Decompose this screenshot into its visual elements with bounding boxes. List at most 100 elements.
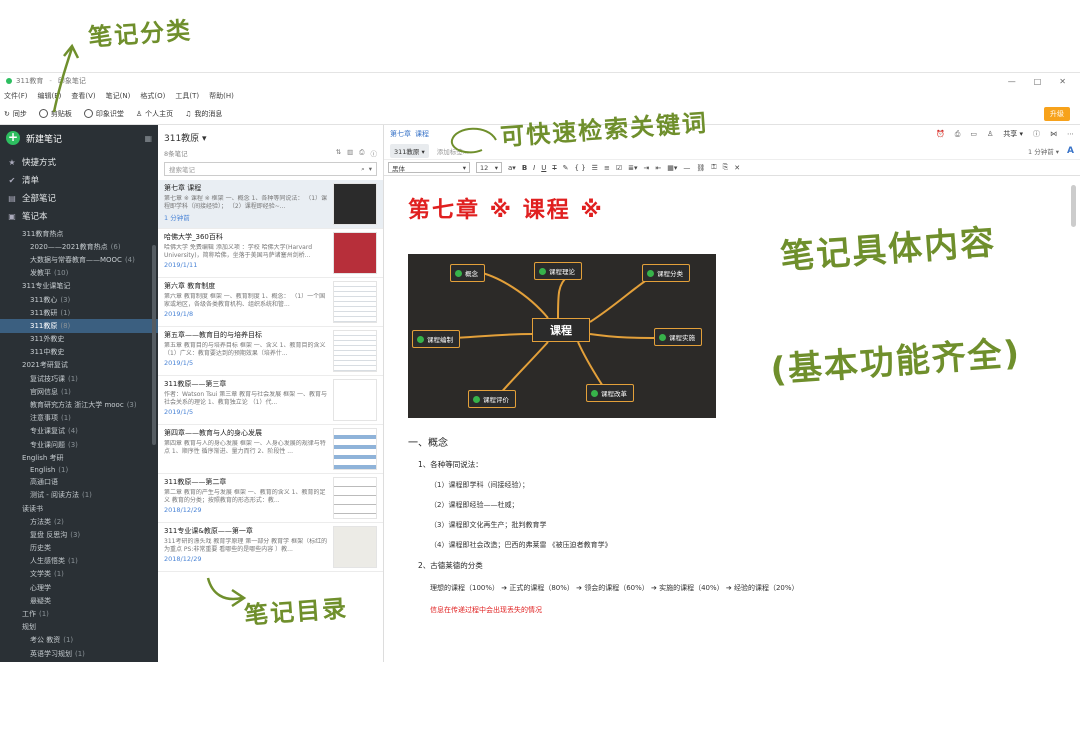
- view-icon[interactable]: ▥: [347, 148, 353, 158]
- editor-scrollbar[interactable]: [1071, 185, 1076, 227]
- table-icon[interactable]: ▦▾: [667, 164, 677, 172]
- notebook-item[interactable]: 311专业课笔记: [0, 280, 158, 293]
- notebook-selector[interactable]: 311教原 ▾: [390, 144, 429, 158]
- notebook-item[interactable]: 大数据与常春教育——MOOC (4): [0, 253, 158, 266]
- bold-icon[interactable]: B: [522, 164, 527, 172]
- outdent-icon[interactable]: ⇤: [655, 164, 661, 172]
- menu-file[interactable]: 文件(F): [4, 91, 28, 101]
- notebook-item[interactable]: 悬疑类: [0, 594, 158, 607]
- more-icon[interactable]: ⋯: [1067, 130, 1074, 138]
- menu-format[interactable]: 格式(O): [140, 91, 165, 101]
- messages-button[interactable]: ♫ 我的消息: [185, 109, 222, 119]
- knowledge-hall-button[interactable]: 印象识堂: [83, 109, 124, 119]
- menu-note[interactable]: 笔记(N): [106, 91, 131, 101]
- minimize-button[interactable]: —: [1008, 77, 1016, 86]
- notebook-item[interactable]: 官网信息 (1): [0, 385, 158, 398]
- highlight-icon[interactable]: ✎: [563, 164, 569, 172]
- modified-time[interactable]: 1 分钟前 ▾: [1028, 146, 1059, 156]
- checklist-icon[interactable]: ☑: [616, 164, 622, 172]
- notebook-item[interactable]: English (1): [0, 464, 158, 475]
- underline-icon[interactable]: U: [541, 164, 546, 172]
- font-format-icon[interactable]: A: [1067, 146, 1074, 156]
- note-list-item[interactable]: 哈佛大学_360百科 哈佛大学 免费编辑 添加义项 ：学校 哈佛大学(Harvar…: [158, 229, 383, 278]
- sidebar-nav-item[interactable]: ★ 快捷方式: [0, 153, 158, 171]
- italic-icon[interactable]: I: [533, 164, 535, 172]
- sidebar-nav-item[interactable]: ▣ 笔记本: [0, 207, 158, 225]
- notebook-item[interactable]: 311教心 (3): [0, 293, 158, 306]
- notebook-item[interactable]: 工作 (1): [0, 607, 158, 620]
- notebook-title[interactable]: 311教原 ▾: [158, 125, 383, 146]
- info-icon[interactable]: ⓘ: [371, 148, 378, 158]
- bullet-list-icon[interactable]: ☰: [592, 164, 598, 172]
- note-list-item[interactable]: 第七章 课程 第七章 ※ 课程 ※ 框架 一、概念 1、各种等同说法： （1）课程…: [158, 180, 383, 229]
- align-icon[interactable]: ≣▾: [628, 164, 637, 172]
- notebook-item[interactable]: 测试 - 阅读方法 (1): [0, 489, 158, 502]
- encrypt-icon[interactable]: ⚿: [711, 163, 716, 172]
- notebook-item[interactable]: 311教育热点: [0, 227, 158, 240]
- code-icon[interactable]: { }: [575, 164, 586, 172]
- notebook-item[interactable]: 方法类 (2): [0, 515, 158, 528]
- search-dropdown-icon[interactable]: ▾: [369, 165, 372, 173]
- note-list-item[interactable]: 第五章——教育目的与培养目标 第五章 教育目的与培养目标 框架 一、含义 1、教育…: [158, 327, 383, 376]
- notebook-item[interactable]: 文学类 (1): [0, 568, 158, 581]
- notebook-item[interactable]: 教育学论文: [0, 660, 158, 662]
- link-icon[interactable]: ⛓: [696, 164, 705, 172]
- share-network-icon[interactable]: ⋈: [1050, 130, 1057, 138]
- note-list-item[interactable]: 第四章——教育与人的身心发展 第四章 教育与人的身心发展 框架 一、人身心发展的规…: [158, 425, 383, 474]
- notebook-item[interactable]: 311教原 (8): [0, 319, 158, 333]
- notebook-item[interactable]: 人生感悟类 (1): [0, 555, 158, 568]
- notebook-item[interactable]: 教育研究方法 浙江大学 mooc (3): [0, 398, 158, 411]
- grid-icon[interactable]: ▦: [144, 134, 152, 143]
- notebook-item[interactable]: 考公 教资 (1): [0, 634, 158, 647]
- notebook-item[interactable]: 心理学: [0, 581, 158, 594]
- notebook-item[interactable]: 专业课复试 (4): [0, 425, 158, 438]
- note-list-item[interactable]: 311教原——第三章 作者：Watson Tsui 第三章 教育与社会发展 框架 …: [158, 376, 383, 425]
- sidebar-nav-item[interactable]: ▤ 全部笔记: [0, 189, 158, 207]
- breadcrumb-title[interactable]: 课程: [415, 129, 429, 139]
- indent-icon[interactable]: ⇥: [643, 164, 649, 172]
- note-list-item[interactable]: 311教原——第二章 第二章 教育的产生与发展 框架 一、教育的含义 1、教育的定…: [158, 474, 383, 523]
- divider-icon[interactable]: —: [683, 164, 690, 172]
- sidebar-scrollbar[interactable]: [152, 245, 156, 445]
- close-button[interactable]: ✕: [1059, 77, 1066, 86]
- notebook-item[interactable]: 311外教史: [0, 333, 158, 346]
- attach-icon[interactable]: ⎘: [723, 163, 729, 172]
- notebook-item[interactable]: 311教研 (1): [0, 306, 158, 319]
- menu-help[interactable]: 帮助(H): [209, 91, 234, 101]
- notebook-item[interactable]: 2020——2021教育热点 (6): [0, 240, 158, 253]
- strikethrough-icon[interactable]: T: [552, 164, 556, 172]
- note-search-input[interactable]: 搜索笔记 ⌕ ▾: [164, 162, 377, 176]
- sync-button[interactable]: ↻ 同步: [4, 109, 27, 119]
- notebook-item[interactable]: 规划: [0, 621, 158, 634]
- print-icon[interactable]: ⎙: [955, 130, 961, 139]
- sort-icon[interactable]: ⇅: [336, 148, 341, 158]
- info-icon[interactable]: ⓘ: [1033, 129, 1040, 139]
- maximize-button[interactable]: □: [1034, 77, 1042, 86]
- clear-format-icon[interactable]: ✕: [734, 164, 740, 172]
- notebook-item[interactable]: 311中教史: [0, 346, 158, 359]
- note-list-item[interactable]: 311专业课&教原——第一章 311考研的漂头戏 教育学原理 第一部分 教育学 框…: [158, 523, 383, 572]
- sidebar-nav-item[interactable]: ✔ 清单: [0, 171, 158, 189]
- share-button[interactable]: 共享 ▾: [1003, 129, 1023, 139]
- notebook-item[interactable]: English 考研: [0, 451, 158, 464]
- notebook-item[interactable]: 复试技巧课 (1): [0, 372, 158, 385]
- breadcrumb-chapter[interactable]: 第七章: [390, 129, 411, 139]
- notebook-item[interactable]: 高通口语: [0, 476, 158, 489]
- notebook-item[interactable]: 2021考研复试: [0, 359, 158, 372]
- present-icon[interactable]: ▭: [970, 130, 977, 138]
- notebook-item[interactable]: 复盘 反思沟 (3): [0, 528, 158, 541]
- font-family-select[interactable]: 黑体 ▾: [388, 162, 470, 173]
- text-color-icon[interactable]: a▾: [508, 164, 516, 172]
- share-notebook-icon[interactable]: ⎙: [359, 148, 364, 158]
- new-note-button[interactable]: + 新建笔记 ▦: [0, 125, 158, 151]
- reminder-icon[interactable]: ⏰: [936, 130, 945, 138]
- share-icon[interactable]: ♙: [987, 130, 993, 138]
- notebook-item[interactable]: 读读书: [0, 502, 158, 515]
- note-list-item[interactable]: 第六章 教育制度 第六章 教育制度 框架 一、教育制度 1、概念： （1）一个国家…: [158, 278, 383, 327]
- upgrade-button[interactable]: 升级: [1044, 106, 1070, 121]
- number-list-icon[interactable]: ≡: [604, 164, 610, 172]
- font-size-select[interactable]: 12 ▾: [476, 162, 502, 173]
- notebook-item[interactable]: 专业课问题 (3): [0, 438, 158, 451]
- notebook-item[interactable]: 注意事项 (1): [0, 412, 158, 425]
- profile-button[interactable]: ♙ 个人主页: [136, 109, 173, 119]
